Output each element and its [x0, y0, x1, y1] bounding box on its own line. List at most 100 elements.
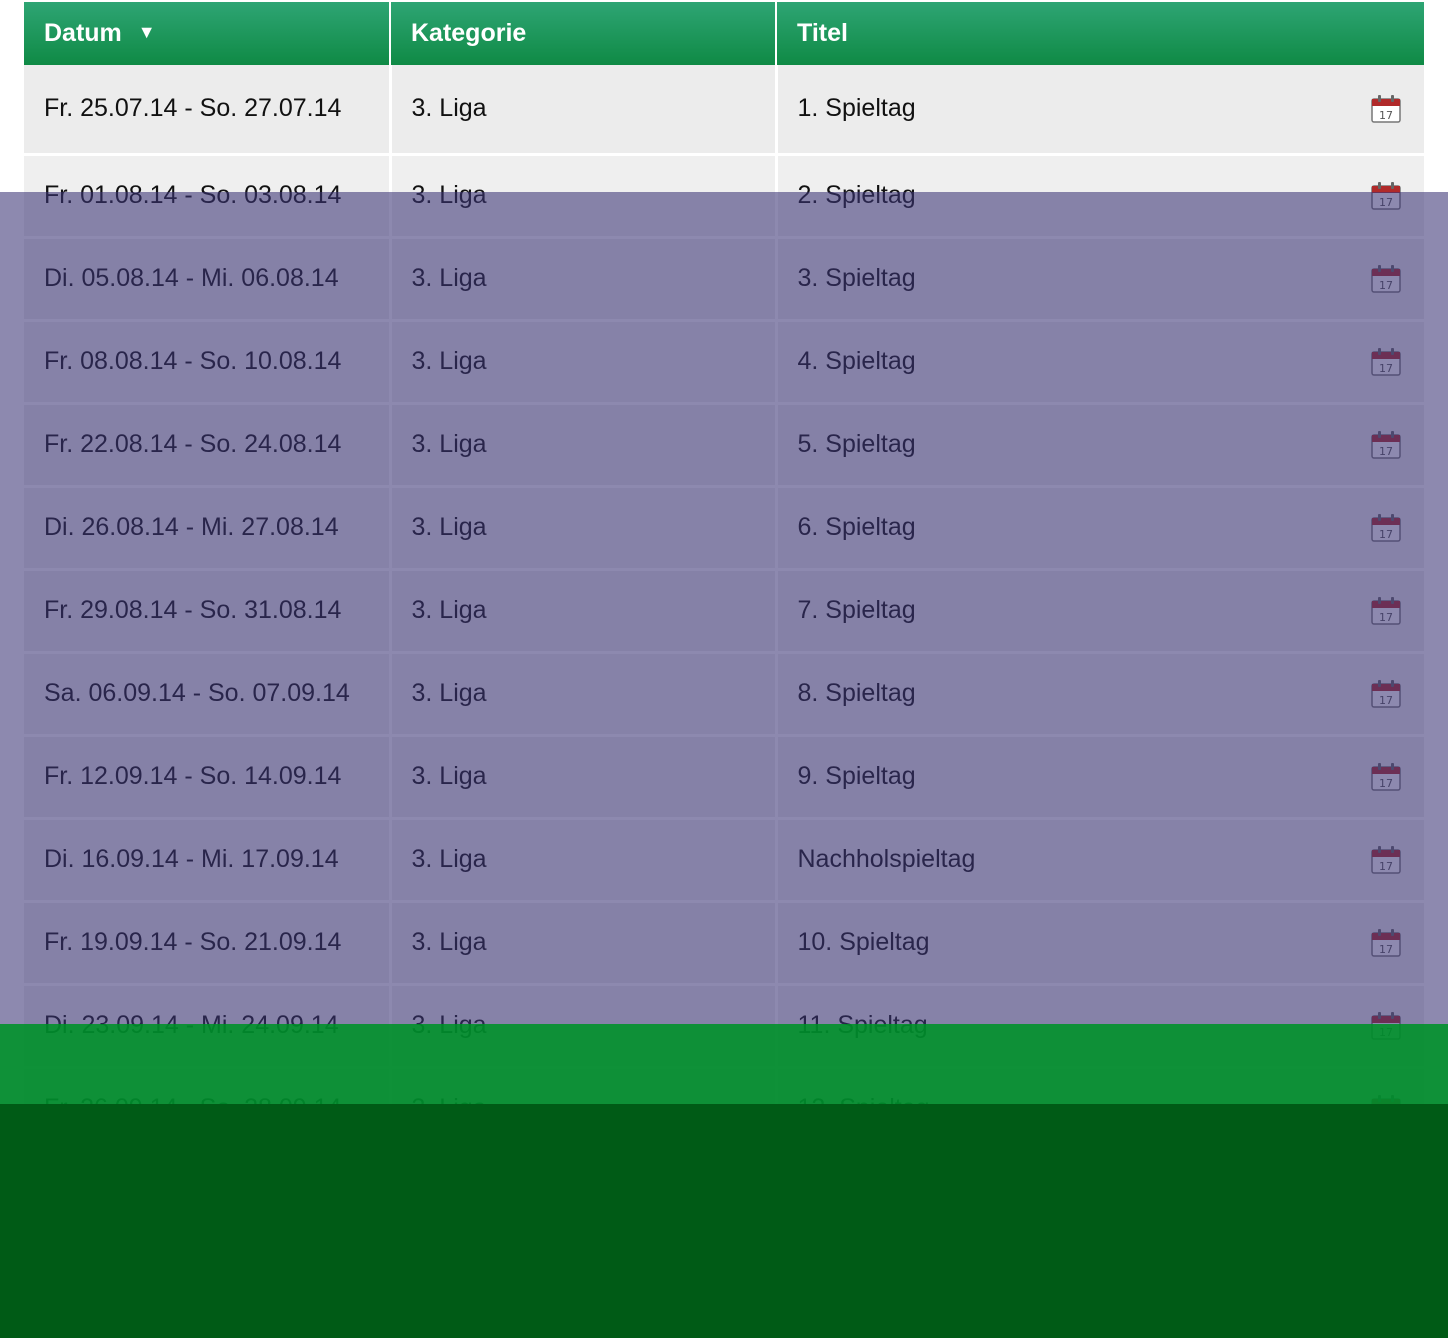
cell-date: Fr. 19.09.14 - So. 21.09.14 — [24, 901, 392, 986]
calendar-icon[interactable]: 17 — [1370, 928, 1402, 958]
table-row[interactable]: 17 — [24, 1150, 1424, 1235]
date-range: Fr. 01.08.14 - So. 03.08.14 — [44, 181, 342, 209]
svg-text:17: 17 — [1379, 611, 1393, 624]
calendar-icon[interactable]: 17 — [1370, 1094, 1402, 1124]
title-label[interactable]: 9. Spieltag — [798, 762, 916, 790]
column-header-date[interactable]: Datum ▼ — [24, 2, 391, 65]
svg-text:17: 17 — [1379, 860, 1393, 873]
cell-date: Fr. 26.09.14 - So. 28.09.14 — [24, 1067, 392, 1152]
cell-category: 3. Liga — [390, 154, 778, 239]
calendar-icon[interactable]: 17 — [1370, 1260, 1402, 1290]
date-range: Di. 23.09.14 - Mi. 24.09.14 — [44, 1011, 339, 1039]
cell-date — [24, 1150, 392, 1235]
column-header-category-label: Kategorie — [411, 19, 527, 47]
table-row[interactable]: Fr. 19.09.14 - So. 21.09.14 3. Liga 10. Sp… — [24, 901, 1424, 986]
column-header-title[interactable]: Titel — [776, 2, 1424, 65]
cell-title: 11. Spieltag 17 — [776, 984, 1424, 1069]
table-row[interactable]: Fr. 22.08.14 - So. 24.08.14 3. Liga 5. Spi… — [24, 403, 1424, 488]
svg-text:17: 17 — [1379, 109, 1393, 122]
svg-text:17: 17 — [1379, 1192, 1393, 1205]
title-label[interactable]: 7. Spieltag — [798, 596, 916, 624]
calendar-icon[interactable]: 17 — [1370, 845, 1402, 875]
cell-date: Di. 26.08.14 - Mi. 27.08.14 — [24, 486, 392, 571]
table-row[interactable]: Fr. 29.08.14 - So. 31.08.14 3. Liga 7. Spi… — [24, 569, 1424, 654]
date-range: Fr. 25.07.14 - So. 27.07.14 — [44, 94, 342, 123]
cell-category: 3. Liga — [390, 237, 778, 322]
cell-category: 3. Liga — [390, 652, 778, 737]
date-range: Fr. 19.09.14 - So. 21.09.14 — [44, 928, 342, 956]
calendar-icon[interactable]: 17 — [1370, 264, 1402, 294]
cell-title: 12. Spieltag 17 — [776, 1067, 1424, 1152]
sort-descending-icon[interactable]: ▼ — [138, 22, 156, 43]
cell-category: 3. Liga — [390, 818, 778, 903]
svg-text:17: 17 — [1379, 777, 1393, 790]
svg-text:17: 17 — [1379, 362, 1393, 375]
title-label[interactable]: 4. Spieltag — [798, 347, 916, 375]
table-row[interactable]: Fr. 08.08.14 - So. 10.08.14 3. Liga 4. Spi… — [24, 320, 1424, 405]
title-label[interactable]: 6. Spieltag — [798, 513, 916, 541]
category-label: 3. Liga — [411, 679, 487, 707]
cell-category: 3. Liga — [390, 1067, 778, 1152]
category-label: 3. Liga — [411, 430, 487, 458]
title-label[interactable]: Nachholspieltag — [798, 845, 976, 873]
svg-text:17: 17 — [1379, 196, 1393, 209]
svg-text:17: 17 — [1379, 528, 1393, 541]
table-row[interactable]: Di. 23.09.14 - Mi. 24.09.14 3. Liga 11. Sp… — [24, 984, 1424, 1069]
date-range: Fr. 29.08.14 - So. 31.08.14 — [44, 596, 342, 624]
title-label[interactable]: 10. Spieltag — [798, 928, 930, 956]
calendar-icon[interactable]: 17 — [1370, 596, 1402, 626]
cell-title: 3. Spieltag 17 — [776, 237, 1424, 322]
header-row: Datum ▼ Kategorie Titel — [24, 2, 1424, 65]
title-label[interactable]: 5. Spieltag — [798, 430, 916, 458]
table-row[interactable]: Fr. 25.07.14 - So. 27.07.14 3. Liga 1. Spi… — [24, 65, 1424, 156]
title-label[interactable]: 2. Spieltag — [798, 181, 916, 209]
calendar-icon[interactable]: 17 — [1370, 94, 1402, 124]
date-range: Fr. 08.08.14 - So. 10.08.14 — [44, 347, 342, 375]
cell-category: 3. Liga — [390, 403, 778, 488]
title-label[interactable]: 8. Spieltag — [798, 679, 916, 707]
table-row[interactable]: Di. 16.09.14 - Mi. 17.09.14 3. Liga Nachho… — [24, 818, 1424, 903]
calendar-icon[interactable]: 17 — [1370, 430, 1402, 460]
svg-text:17: 17 — [1379, 943, 1393, 956]
date-range: Sa. 06.09.14 - So. 07.09.14 — [44, 679, 350, 707]
cell-category: 3. Liga — [390, 569, 778, 654]
date-range: Fr. 26.09.14 - So. 28.09.14 — [44, 1094, 342, 1122]
table-row[interactable]: Fr. 26.09.14 - So. 28.09.14 3. Liga 12. Sp… — [24, 1067, 1424, 1152]
cell-date: Fr. 25.07.14 - So. 27.07.14 — [24, 65, 392, 156]
table-row[interactable]: Di. 05.08.14 - Mi. 06.08.14 3. Liga 3. Spi… — [24, 237, 1424, 322]
title-label[interactable]: 1. Spieltag — [798, 94, 916, 122]
date-range: Di. 16.09.14 - Mi. 17.09.14 — [44, 845, 339, 873]
calendar-icon[interactable]: 17 — [1370, 181, 1402, 211]
title-label[interactable]: 12. Spieltag — [798, 1094, 930, 1122]
cell-date: Fr. 08.08.14 - So. 10.08.14 — [24, 320, 392, 405]
cell-title: 6. Spieltag 17 — [776, 486, 1424, 571]
calendar-icon[interactable]: 17 — [1370, 347, 1402, 377]
cell-title: 8. Spieltag 17 — [776, 652, 1424, 737]
column-header-category[interactable]: Kategorie — [390, 2, 777, 65]
calendar-icon[interactable]: 17 — [1370, 762, 1402, 792]
table-row[interactable]: Fr. 12.09.14 - So. 14.09.14 3. Liga 9. Spi… — [24, 735, 1424, 820]
cell-date — [24, 1233, 392, 1318]
calendar-icon[interactable]: 17 — [1370, 1177, 1402, 1207]
table-row[interactable]: Sa. 06.09.14 - So. 07.09.14 3. Liga 8. Spi… — [24, 652, 1424, 737]
cell-title: 4. Spieltag 17 — [776, 320, 1424, 405]
table-row[interactable]: Fr. 01.08.14 - So. 03.08.14 3. Liga 2. Spi… — [24, 154, 1424, 239]
table-row[interactable]: 17 — [24, 1233, 1424, 1318]
cell-category: 3. Liga — [390, 65, 778, 156]
cell-title: 10. Spieltag 17 — [776, 901, 1424, 986]
svg-text:17: 17 — [1379, 1026, 1393, 1039]
title-label[interactable]: 3. Spieltag — [798, 264, 916, 292]
date-range: Fr. 22.08.14 - So. 24.08.14 — [44, 430, 342, 458]
calendar-icon[interactable]: 17 — [1370, 679, 1402, 709]
category-label: 3. Liga — [411, 762, 487, 790]
category-label: 3. Liga — [411, 1011, 487, 1039]
calendar-icon[interactable]: 17 — [1370, 1011, 1402, 1041]
schedule-table: Datum ▼ Kategorie Titel Fr. 25.07.14 - So… — [24, 2, 1424, 1318]
category-label: 3. Liga — [411, 181, 487, 209]
table-row[interactable]: Di. 26.08.14 - Mi. 27.08.14 3. Liga 6. Spi… — [24, 486, 1424, 571]
cell-title: 9. Spieltag 17 — [776, 735, 1424, 820]
cell-title: 1. Spieltag 17 — [776, 65, 1424, 156]
cell-title: 17 — [776, 1150, 1424, 1235]
calendar-icon[interactable]: 17 — [1370, 513, 1402, 543]
title-label[interactable]: 11. Spieltag — [798, 1011, 928, 1039]
